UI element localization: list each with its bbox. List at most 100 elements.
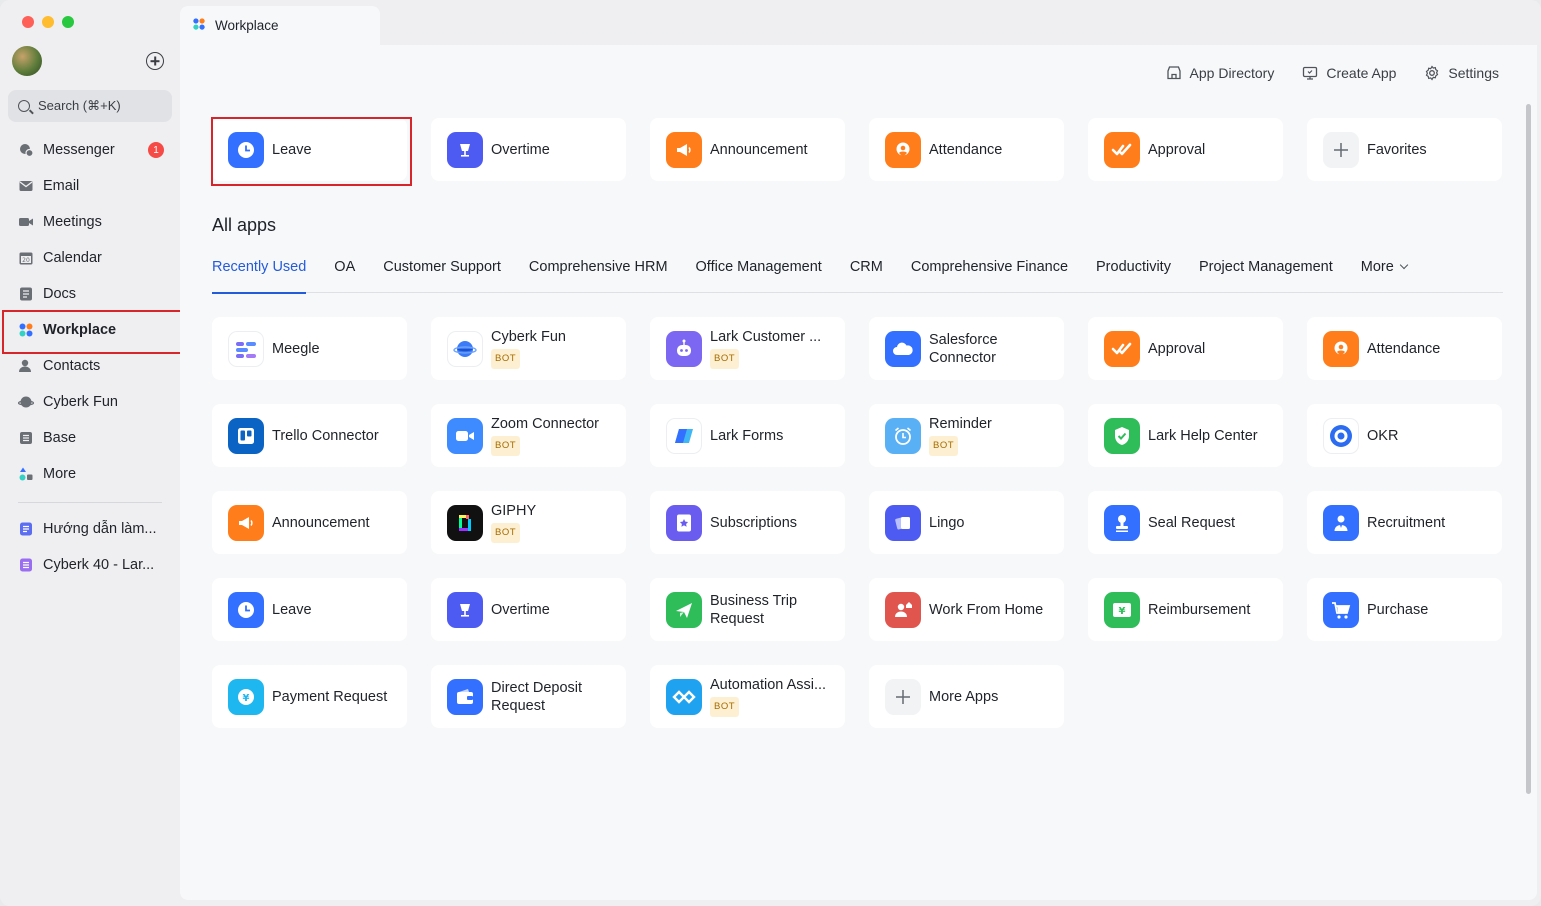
app-card-automation-assistant[interactable]: Automation Assi... BOT — [650, 665, 845, 728]
app-card-attendance[interactable]: Attendance — [1307, 317, 1502, 380]
app-card-trello-connector[interactable]: Trello Connector — [212, 404, 407, 467]
tab-label: Office Management — [695, 259, 822, 275]
app-card-payment-request[interactable]: ¥ Payment Request — [212, 665, 407, 728]
sidebar-item-docs[interactable]: Docs — [0, 276, 180, 312]
tab-productivity[interactable]: Productivity — [1096, 259, 1171, 293]
app-card-announcement[interactable]: Announcement — [212, 491, 407, 554]
app-card-leave[interactable]: Leave — [212, 578, 407, 641]
sidebar-item-calendar[interactable]: 20 Calendar — [0, 240, 180, 276]
settings-button[interactable]: Settings — [1424, 65, 1499, 81]
add-icon[interactable] — [146, 52, 164, 70]
shopping-cart-icon — [1323, 591, 1359, 628]
app-card-overtime[interactable]: Overtime — [431, 578, 626, 641]
tab-project-management[interactable]: Project Management — [1199, 259, 1333, 293]
zoom-window-button[interactable] — [62, 16, 74, 28]
tab-label: Project Management — [1198, 259, 1333, 275]
app-label: Favorites — [1367, 141, 1427, 158]
svg-text:¥: ¥ — [1119, 606, 1126, 617]
tab-more-dropdown[interactable]: More — [1361, 259, 1409, 293]
close-window-button[interactable] — [22, 16, 34, 28]
tab-workplace[interactable]: Workplace — [180, 6, 380, 45]
lamp-icon — [447, 591, 483, 628]
sidebar-item-email[interactable]: Email — [0, 168, 180, 204]
app-card-lark-customer[interactable]: Lark Customer ... BOT — [650, 317, 845, 380]
sidebar-item-label: Base — [43, 430, 77, 446]
app-card-lark-help-center[interactable]: Lark Help Center — [1088, 404, 1283, 467]
app-card-lark-forms[interactable]: Lark Forms — [650, 404, 845, 467]
app-directory-button[interactable]: App Directory — [1166, 65, 1274, 81]
create-app-button[interactable]: Create App — [1302, 65, 1396, 81]
minimize-window-button[interactable] — [42, 16, 54, 28]
base-icon — [18, 557, 34, 573]
tab-comprehensive-finance[interactable]: Comprehensive Finance — [911, 259, 1068, 293]
bot-badge: BOT — [710, 349, 740, 369]
app-label: Overtime — [491, 601, 550, 618]
tab-comprehensive-hrm[interactable]: Comprehensive HRM — [529, 259, 668, 293]
megaphone-icon — [666, 131, 702, 168]
sidebar-item-label: Docs — [43, 286, 77, 302]
tab-customer-support[interactable]: Customer Support — [383, 259, 501, 293]
sidebar-item-label: Messenger — [43, 142, 115, 158]
app-window: Search (⌘+K) Messenger 1 Email Meetings … — [0, 0, 1541, 906]
scrollbar[interactable] — [1526, 104, 1531, 794]
app-card-cyberk-fun[interactable]: Cyberk Fun BOT — [431, 317, 626, 380]
yen-ticket-icon: ¥ — [1104, 591, 1140, 628]
app-card-meegle[interactable]: Meegle — [212, 317, 407, 380]
app-label: GIPHY — [491, 503, 537, 519]
app-label: Leave — [272, 601, 312, 618]
monitor-icon — [1302, 65, 1318, 81]
cloud-icon — [885, 330, 921, 367]
app-card-seal-request[interactable]: Seal Request — [1088, 491, 1283, 554]
sidebar-pinned-doc-2[interactable]: Cyberk 40 - Lar... — [0, 547, 180, 583]
favorite-attendance[interactable]: Attendance — [869, 118, 1064, 181]
person-home-icon — [885, 591, 921, 628]
tab-recently-used[interactable]: Recently Used — [212, 259, 307, 294]
app-card-approval[interactable]: Approval — [1088, 317, 1283, 380]
app-card-recruitment[interactable]: Recruitment — [1307, 491, 1502, 554]
app-card-subscriptions[interactable]: Subscriptions — [650, 491, 845, 554]
favorite-announcement[interactable]: Announcement — [650, 118, 845, 181]
sidebar-nav: Messenger 1 Email Meetings 20 Calendar D… — [0, 132, 182, 583]
double-check-icon — [1104, 330, 1140, 367]
shield-check-icon — [1104, 417, 1140, 454]
toolbar: App Directory Create App Settings — [1166, 65, 1499, 81]
sidebar-item-base[interactable]: Base — [0, 420, 180, 456]
tab-office-management[interactable]: Office Management — [696, 259, 822, 293]
favorite-approval[interactable]: Approval — [1088, 118, 1283, 181]
app-card-direct-deposit-request[interactable]: Direct Deposit Request — [431, 665, 626, 728]
star-doc-icon — [666, 504, 702, 541]
app-card-giphy[interactable]: GIPHY BOT — [431, 491, 626, 554]
sidebar-item-messenger[interactable]: Messenger 1 — [0, 132, 180, 168]
app-card-work-from-home[interactable]: Work From Home — [869, 578, 1064, 641]
tab-label: Recently Used — [212, 259, 307, 275]
app-card-purchase[interactable]: Purchase — [1307, 578, 1502, 641]
favorite-overtime[interactable]: Overtime — [431, 118, 626, 181]
favorite-add[interactable]: Favorites — [1307, 118, 1502, 181]
app-card-reminder[interactable]: Reminder BOT — [869, 404, 1064, 467]
avatar[interactable] — [12, 46, 42, 76]
sidebar-item-contacts[interactable]: Contacts — [0, 348, 180, 384]
sidebar-item-workplace[interactable]: Workplace — [0, 310, 182, 354]
app-card-zoom-connector[interactable]: Zoom Connector BOT — [431, 404, 626, 467]
bot-badge: BOT — [929, 436, 959, 456]
bot-badge: BOT — [491, 523, 521, 543]
sidebar-item-meetings[interactable]: Meetings — [0, 204, 180, 240]
category-tabs: Recently Used OA Customer Support Compre… — [212, 259, 1503, 294]
tab-crm[interactable]: CRM — [850, 259, 883, 293]
sidebar-item-cyberk-fun[interactable]: Cyberk Fun — [0, 384, 180, 420]
favorite-leave[interactable]: Leave — [211, 117, 412, 186]
app-card-reimbursement[interactable]: ¥ Reimbursement — [1088, 578, 1283, 641]
sidebar-item-more[interactable]: More — [0, 456, 180, 492]
app-card-salesforce-connector[interactable]: Salesforce Connector — [869, 317, 1064, 380]
bot-badge: BOT — [491, 436, 521, 456]
sidebar-pinned-doc-1[interactable]: Hướng dẫn làm... — [0, 511, 180, 547]
app-card-more-apps[interactable]: More Apps — [869, 665, 1064, 728]
app-card-okr[interactable]: OKR — [1307, 404, 1502, 467]
tab-oa[interactable]: OA — [334, 259, 355, 293]
forms-icon — [666, 417, 702, 454]
app-label: Announcement — [710, 141, 808, 158]
svg-text:¥: ¥ — [243, 693, 250, 704]
search-input[interactable]: Search (⌘+K) — [8, 90, 172, 122]
app-card-business-trip-request[interactable]: Business Trip Request — [650, 578, 845, 641]
app-card-lingo[interactable]: Lingo — [869, 491, 1064, 554]
